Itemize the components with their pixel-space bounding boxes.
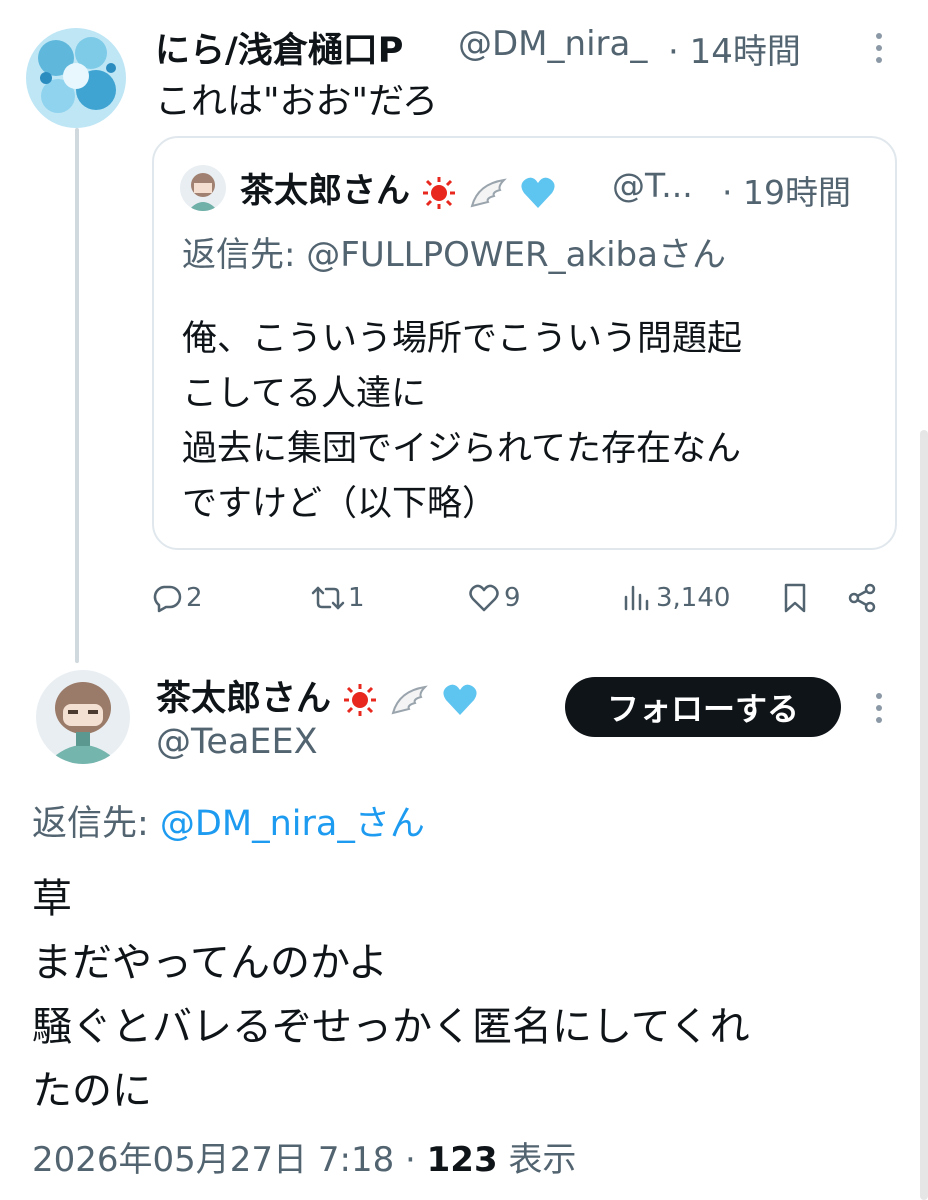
view-count: 123 bbox=[426, 1140, 498, 1180]
reply-to: 返信先: @DM_nira_さん bbox=[32, 795, 425, 846]
views-button[interactable]: 3,140 bbox=[622, 578, 730, 618]
share-icon bbox=[848, 583, 876, 613]
tweet-meta: 2026年05月27日 7:18 · 123 表示 bbox=[32, 1132, 576, 1181]
views-count: 3,140 bbox=[656, 583, 731, 613]
tweet-text-line: たのに bbox=[32, 1068, 152, 1114]
retweet-button[interactable]: 1 bbox=[310, 578, 365, 618]
wing-icon bbox=[391, 685, 429, 715]
more-options-icon[interactable] bbox=[876, 33, 884, 69]
like-count: 9 bbox=[504, 583, 521, 613]
retweet-icon bbox=[311, 586, 345, 610]
view-label: 表示 bbox=[497, 1140, 577, 1180]
tweet-timestamp[interactable]: · 14時間 bbox=[668, 24, 801, 73]
avatar[interactable] bbox=[26, 28, 126, 128]
thread-connector-line bbox=[75, 128, 79, 663]
quoted-text-line: 過去に集団でイジられてた存在なん bbox=[182, 429, 741, 469]
views-bar-icon bbox=[624, 585, 649, 611]
author-name[interactable]: にら/浅倉樋口P bbox=[155, 22, 403, 73]
blue-heart-icon bbox=[520, 177, 555, 208]
reply-icon bbox=[153, 585, 182, 613]
quoted-text-line: ですけど（以下略） bbox=[182, 484, 498, 524]
scrollbar[interactable] bbox=[920, 430, 928, 1200]
follow-button[interactable]: フォローする bbox=[565, 677, 841, 737]
author-handle[interactable]: @DM_nira_ bbox=[458, 24, 647, 64]
reply-to-link[interactable]: @DM_nira_さん bbox=[160, 804, 425, 844]
retweet-count: 1 bbox=[348, 583, 365, 613]
heart-icon bbox=[469, 584, 499, 612]
reply-count: 2 bbox=[186, 583, 203, 613]
bookmark-button[interactable] bbox=[781, 578, 809, 618]
avatar[interactable] bbox=[36, 670, 130, 764]
quoted-reply-to: 返信先: @FULLPOWER_akibaさん bbox=[182, 235, 726, 275]
quoted-author-name: 茶太郎さん bbox=[240, 163, 556, 212]
quoted-text-line: こしてる人達に bbox=[182, 374, 426, 414]
quoted-timestamp: · 19時間 bbox=[722, 173, 851, 212]
author-handle[interactable]: @TeaEEX bbox=[156, 722, 318, 762]
quoted-avatar-icon bbox=[180, 165, 226, 211]
tweet-text-line: 草 bbox=[32, 876, 72, 922]
tweet-text-line: まだやってんのかよ bbox=[32, 940, 388, 986]
quoted-text-line: 俺、こういう場所でこういう問題起 bbox=[182, 319, 743, 359]
tweet-text: これは"おお"だろ bbox=[155, 81, 438, 122]
anime-boy-avatar-icon bbox=[36, 670, 130, 764]
blue-heart-icon bbox=[443, 684, 477, 715]
reply-to-prefix: 返信先: bbox=[32, 804, 160, 844]
share-button[interactable] bbox=[846, 578, 878, 618]
more-options-icon[interactable] bbox=[876, 693, 884, 729]
reply-button[interactable]: 2 bbox=[152, 578, 203, 618]
sun-icon bbox=[422, 176, 455, 209]
quoted-avatar bbox=[180, 165, 226, 211]
like-button[interactable]: 9 bbox=[468, 578, 521, 618]
tweet-text-line: 騒ぐとバレるぞせっかく匿名にしてくれ bbox=[32, 1004, 750, 1050]
wing-icon bbox=[470, 178, 507, 207]
tweet-date[interactable]: 2026年05月27日 7:18 · bbox=[32, 1140, 427, 1180]
author-name[interactable]: 茶太郎さん bbox=[156, 670, 478, 721]
quoted-author-handle: @T... bbox=[612, 166, 693, 205]
blue-flower-avatar-icon bbox=[26, 28, 126, 128]
sun-icon bbox=[344, 684, 377, 716]
bookmark-icon bbox=[784, 583, 806, 613]
